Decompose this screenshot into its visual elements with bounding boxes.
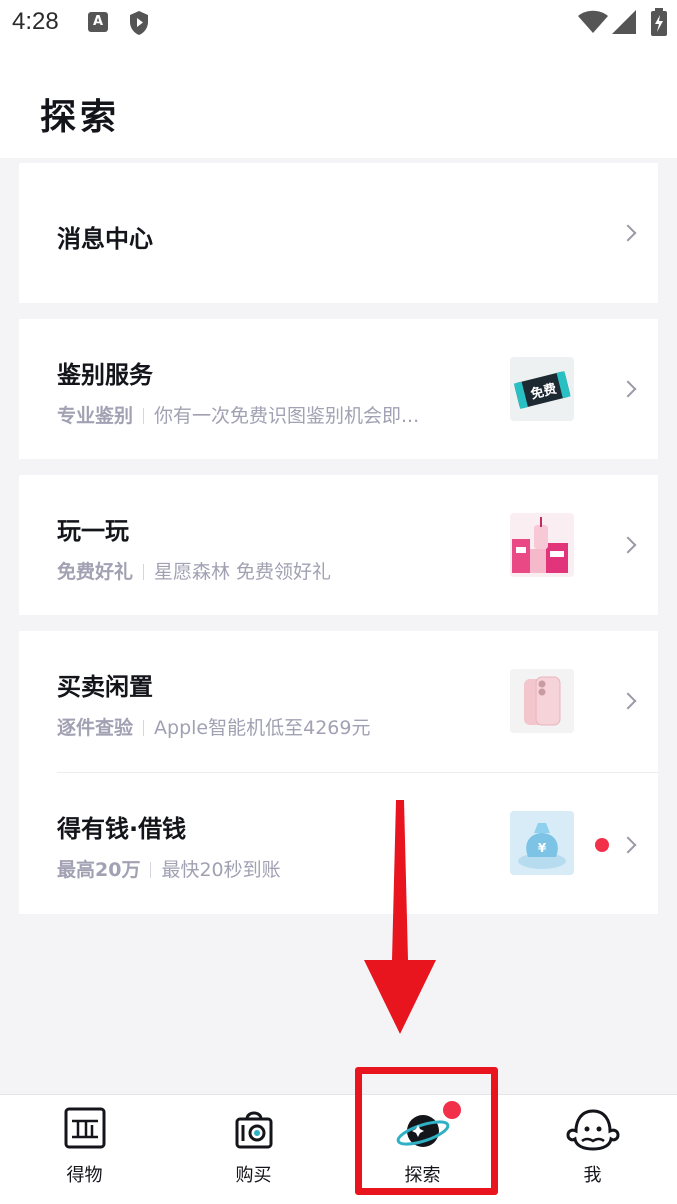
tab-dewu[interactable]: 得物 — [0, 1095, 169, 1204]
shield-icon — [130, 11, 148, 35]
secondhand-subtitle: 逐件查验 Apple智能机低至4269元 — [57, 713, 370, 740]
loan-notification-dot — [595, 838, 609, 852]
tab-me[interactable]: 我 — [508, 1095, 677, 1204]
play-item[interactable]: 玩一玩 免费好礼 星愿森林 免费领好礼 — [19, 475, 658, 615]
tab-label: 得物 — [66, 1165, 103, 1186]
play-title: 玩一玩 — [57, 517, 129, 545]
page-title: 探索 — [40, 97, 121, 138]
wifi-icon — [578, 10, 608, 33]
secondhand-loan-group: 买卖闲置 逐件查验 Apple智能机低至4269元 得有钱·借钱 最高20万 最快2… — [19, 631, 658, 914]
play-desc: 星愿森林 免费领好礼 — [154, 561, 332, 583]
status-bar: 4:28 A — [0, 0, 677, 48]
secondhand-tag: 逐件查验 — [57, 717, 134, 739]
chevron-right-icon — [619, 536, 637, 554]
secondhand-title: 买卖闲置 — [57, 673, 153, 701]
appraisal-title: 鉴别服务 — [57, 361, 153, 389]
bottom-tab-bar: 得物 购买 探索 我 — [0, 1094, 677, 1204]
shopping-bag-icon — [235, 1111, 272, 1149]
chevron-right-icon — [619, 692, 637, 710]
explore-notification-dot — [443, 1101, 461, 1119]
planet-icon — [396, 1115, 449, 1147]
loan-subtitle: 最高20万 最快20秒到账 — [57, 855, 281, 882]
loan-thumbnail: ¥ — [510, 811, 574, 875]
loan-tag: 最高20万 — [57, 859, 141, 881]
notification-a-icon: A — [88, 12, 108, 32]
loan-item[interactable]: 得有钱·借钱 最高20万 最快20秒到账 ¥ — [19, 773, 658, 914]
monster-avatar-icon — [565, 1109, 620, 1151]
message-center-title: 消息中心 — [57, 225, 153, 253]
appraisal-thumbnail: 免费 — [510, 357, 574, 421]
signal-icon — [612, 10, 636, 34]
loan-title: 得有钱·借钱 — [57, 815, 187, 843]
secondhand-thumbnail — [510, 669, 574, 733]
appraisal-desc: 你有一次免费识图鉴别机会即... — [154, 405, 420, 427]
header: 探索 — [0, 48, 677, 158]
tab-label: 探索 — [404, 1165, 441, 1186]
tab-label: 购买 — [235, 1165, 272, 1186]
dewu-logo-icon — [64, 1107, 105, 1149]
loan-desc: 最快20秒到账 — [161, 859, 281, 881]
secondhand-desc: Apple智能机低至4269元 — [154, 717, 371, 739]
tab-label: 我 — [583, 1165, 602, 1186]
play-subtitle: 免费好礼 星愿森林 免费领好礼 — [57, 557, 331, 584]
tab-buy[interactable]: 购买 — [169, 1095, 338, 1204]
chevron-right-icon — [619, 836, 637, 854]
play-tag: 免费好礼 — [57, 561, 134, 583]
secondhand-item[interactable]: 买卖闲置 逐件查验 Apple智能机低至4269元 — [19, 631, 658, 772]
play-thumbnail — [510, 513, 574, 577]
status-time: 4:28 — [12, 8, 59, 35]
tab-explore[interactable]: 探索 — [338, 1095, 507, 1204]
battery-icon — [651, 8, 667, 36]
message-center-item[interactable]: 消息中心 — [19, 163, 658, 303]
chevron-right-icon — [619, 380, 637, 398]
svg-text:¥: ¥ — [538, 841, 547, 855]
appraisal-subtitle: 专业鉴别 你有一次免费识图鉴别机会即... — [57, 401, 419, 428]
appraisal-service-item[interactable]: 鉴别服务 专业鉴别 你有一次免费识图鉴别机会即... 免费 — [19, 319, 658, 459]
chevron-right-icon — [619, 224, 637, 242]
appraisal-tag: 专业鉴别 — [57, 405, 134, 427]
